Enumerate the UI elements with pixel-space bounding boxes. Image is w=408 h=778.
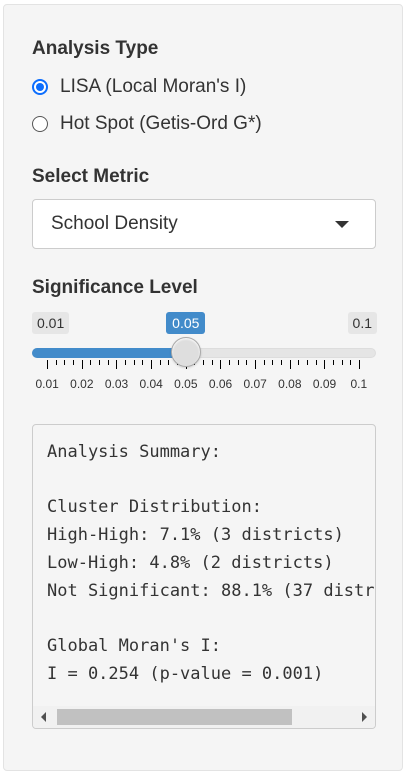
slider-minor-tick — [272, 360, 273, 365]
slider-minor-tick — [56, 360, 57, 365]
slider-major-tick — [324, 360, 325, 369]
slider-fill — [32, 348, 186, 358]
radio-button-hotspot[interactable] — [32, 116, 48, 132]
slider-major-tick — [359, 360, 360, 369]
slider-tick-label: 0.07 — [243, 377, 267, 391]
slider-minor-tick — [281, 360, 282, 365]
slider-minor-tick — [307, 360, 308, 365]
sidebar-panel: Analysis Type LISA (Local Moran's I) Hot… — [3, 4, 403, 771]
radio-hotspot-label: Hot Spot (Getis-Ord G*) — [60, 113, 262, 134]
slider-handle[interactable] — [170, 337, 201, 367]
analysis-summary-text: Analysis Summary: Cluster Distribution: … — [47, 442, 375, 684]
slider-tick-label: 0.03 — [104, 377, 129, 391]
horizontal-scrollbar[interactable] — [33, 706, 375, 728]
scrollbar-thumb[interactable] — [57, 709, 292, 725]
slider-minor-tick — [90, 360, 91, 365]
radio-button-lisa[interactable] — [32, 79, 48, 95]
slider-major-tick — [82, 360, 83, 369]
slider-minor-tick — [99, 360, 100, 365]
slider-tick-label: 0.09 — [312, 377, 337, 391]
slider-minor-tick — [298, 360, 299, 365]
slider-minor-tick — [238, 360, 239, 365]
slider-tick-label: 0.05 — [174, 377, 198, 391]
slider-major-tick — [47, 360, 48, 369]
analysis-type-title: Analysis Type — [32, 38, 159, 59]
metric-select[interactable]: School Density — [32, 199, 376, 249]
scroll-left-icon[interactable] — [41, 712, 46, 722]
slider-tick-label: 0.02 — [70, 377, 94, 391]
slider-minor-tick — [168, 360, 169, 365]
analysis-summary-output: Analysis Summary: Cluster Distribution: … — [32, 424, 376, 729]
scroll-right-icon[interactable] — [362, 712, 367, 722]
slider-major-tick — [290, 360, 291, 369]
radio-lisa[interactable]: LISA (Local Moran's I) — [32, 75, 246, 99]
slider-minor-tick — [333, 360, 334, 365]
slider-tick-label: 0.06 — [208, 377, 233, 391]
slider-tick-label: 0.08 — [278, 377, 302, 391]
slider-major-tick — [116, 360, 117, 369]
slider-minor-tick — [264, 360, 265, 365]
select-metric-title: Select Metric — [32, 166, 150, 187]
slider-minor-tick — [73, 360, 74, 365]
slider-minor-tick — [246, 360, 247, 365]
slider-minor-tick — [342, 360, 343, 365]
slider-minor-tick — [316, 360, 317, 365]
slider-major-tick — [220, 360, 221, 369]
slider-minor-tick — [229, 360, 230, 365]
slider-tick-label: 0.1 — [350, 377, 368, 391]
slider-minor-tick — [142, 360, 143, 365]
slider-min-label: 0.01 — [32, 312, 70, 334]
slider-minor-tick — [203, 360, 204, 365]
slider-major-tick — [151, 360, 152, 369]
slider-minor-tick — [134, 360, 135, 365]
slider-minor-tick — [212, 360, 213, 365]
chevron-down-icon — [335, 221, 349, 228]
slider-minor-tick — [160, 360, 161, 365]
slider-max-label: 0.1 — [347, 312, 377, 334]
significance-level-title: Significance Level — [32, 277, 198, 298]
radio-hotspot[interactable]: Hot Spot (Getis-Ord G*) — [32, 112, 262, 136]
slider-minor-tick — [108, 360, 109, 365]
slider-minor-tick — [64, 360, 65, 365]
slider-minor-tick — [350, 360, 351, 365]
slider-value-label: 0.05 — [166, 312, 206, 334]
radio-lisa-label: LISA (Local Moran's I) — [60, 76, 247, 97]
slider-minor-tick — [125, 360, 126, 365]
slider-tick-label: 0.04 — [139, 377, 163, 391]
slider-major-tick — [255, 360, 256, 369]
metric-select-value: School Density — [51, 213, 178, 234]
slider-tick-label: 0.01 — [35, 377, 59, 391]
